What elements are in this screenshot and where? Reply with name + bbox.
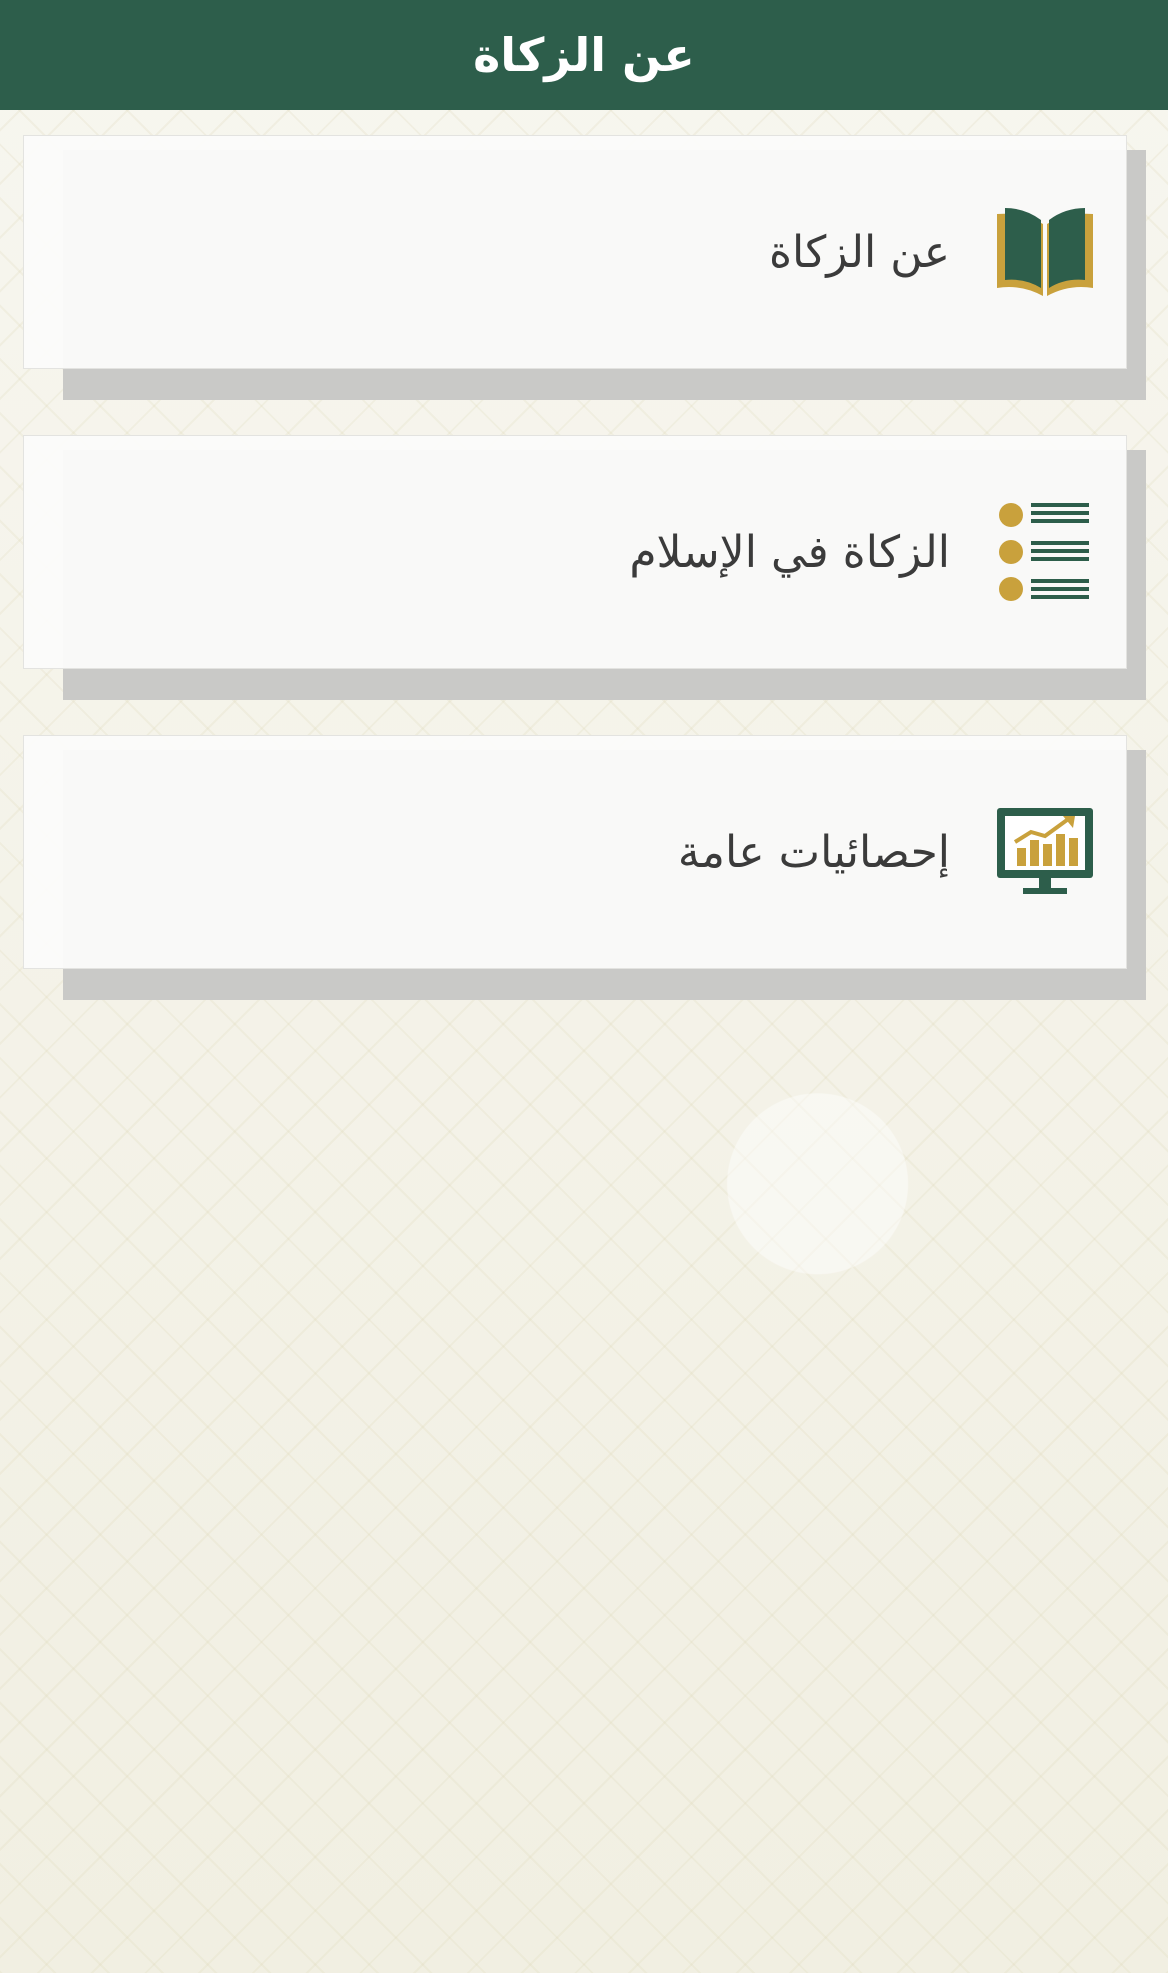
menu-card-zakat-in-islam[interactable]: الزكاة في الإسلام [23, 435, 1127, 669]
page-title: عن الزكاة [473, 28, 695, 82]
menu-card-label: عن الزكاة [768, 226, 950, 278]
open-book-icon [990, 197, 1100, 307]
bullet-list-icon [990, 497, 1100, 607]
menu-card-label: الزكاة في الإسلام [629, 526, 950, 578]
menu-card-statistics[interactable]: إحصائيات عامة [23, 735, 1127, 969]
menu-card-about-zakat[interactable]: عن الزكاة [23, 135, 1127, 369]
menu-card-label: إحصائيات عامة [677, 826, 950, 878]
top-app-bar: عن الزكاة [0, 0, 1168, 110]
statistics-monitor-icon [990, 797, 1100, 907]
menu-card-statistics-wrapper: إحصائيات عامة [23, 735, 1146, 1000]
menu-card-about-zakat-wrapper: عن الزكاة [23, 135, 1146, 400]
menu-card-zakat-in-islam-wrapper: الزكاة في الإسلام [23, 435, 1146, 700]
